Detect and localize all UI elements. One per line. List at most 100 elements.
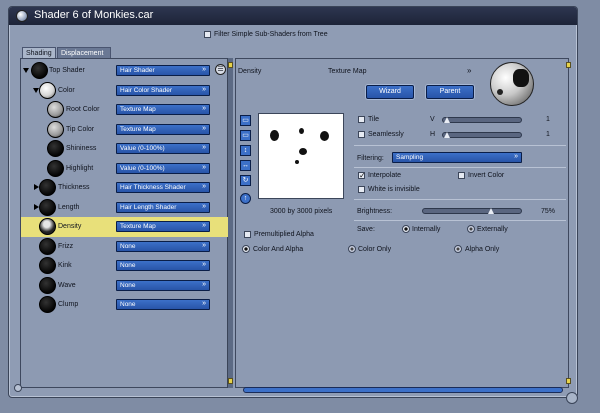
tree-label: Wave — [58, 281, 76, 289]
shader-dropdown[interactable]: None» — [116, 240, 210, 252]
interpolate-label: Interpolate — [368, 172, 402, 179]
tree-label: Root Color — [66, 106, 100, 113]
shader-preview-icon — [47, 101, 64, 118]
expand-arrow-icon[interactable] — [23, 68, 29, 73]
app-sphere-icon — [16, 10, 28, 22]
h-slider[interactable] — [442, 132, 522, 138]
tree-row-wave[interactable]: Wave None» — [21, 276, 228, 296]
tree-row-tip-color[interactable]: Tip Color Texture Map» — [21, 120, 228, 140]
shader-type: Texture Map — [328, 68, 367, 75]
shader-dropdown[interactable]: None» — [116, 260, 210, 271]
tree-row-highlight[interactable]: Highlight Value (0-100%)» — [21, 159, 228, 179]
tree-label: Top Shader — [49, 67, 85, 74]
shader-dropdown[interactable]: Value (0-100%)» — [116, 143, 210, 154]
shader-dropdown[interactable]: Texture Map» — [116, 221, 210, 232]
shader-dropdown[interactable]: Hair Length Shader» — [116, 201, 210, 213]
tree-row-root-color[interactable]: Root Color Texture Map» — [21, 100, 228, 120]
shader-dropdown[interactable]: Hair Color Shader» — [116, 84, 210, 96]
shader-dropdown[interactable]: Hair Thickness Shader» — [116, 182, 210, 193]
flip-vertical-icon[interactable]: ↕ — [240, 145, 251, 156]
alpha-only-radio[interactable] — [454, 245, 462, 253]
color-only-radio[interactable] — [348, 245, 356, 253]
tree-row-length[interactable]: Length Hair Length Shader» — [21, 198, 228, 218]
info-icon[interactable]: ↑ — [240, 193, 251, 204]
tile-checkbox[interactable] — [358, 116, 365, 125]
tile-label: Tile — [368, 116, 380, 123]
shader-dropdown[interactable]: None» — [116, 299, 210, 310]
shader-dropdown[interactable]: None» — [116, 279, 210, 291]
shader-preview-icon — [39, 81, 56, 99]
filtering-dropdown[interactable]: Sampling» — [392, 152, 522, 163]
shader-dropdown[interactable]: Texture Map» — [116, 123, 210, 135]
shader-preview-icon — [39, 276, 56, 294]
color-and-alpha-label: Color And Alpha — [253, 246, 304, 253]
rotate-icon[interactable]: ↻ — [240, 175, 251, 186]
shader-preview-icon — [47, 120, 64, 138]
v-value: 1 — [546, 116, 550, 123]
shader-dropdown[interactable]: Texture Map» — [116, 104, 210, 115]
v-slider[interactable] — [442, 117, 522, 123]
save-label: Save: — [357, 226, 375, 233]
resize-grip-icon[interactable] — [566, 392, 578, 404]
shader-dropdown[interactable]: Hair Shader» — [116, 65, 210, 76]
wizard-button[interactable]: Wizard — [366, 85, 414, 99]
invert-color-checkbox[interactable] — [458, 172, 465, 181]
interpolate-checkbox[interactable] — [358, 172, 365, 181]
tree-row-frizz[interactable]: Frizz None» — [21, 237, 228, 257]
list-icon[interactable]: ☰ — [215, 64, 226, 75]
texture-preview[interactable] — [258, 113, 344, 199]
h-value: 1 — [546, 131, 550, 138]
shader-preview-icon — [39, 296, 56, 313]
tree-label: Clump — [58, 301, 79, 308]
brightness-slider[interactable] — [422, 208, 522, 214]
save-externally-radio[interactable] — [467, 225, 475, 233]
tree-row-density[interactable]: Density Texture Map» — [21, 217, 228, 237]
color-and-alpha-radio[interactable] — [242, 245, 250, 253]
tree-row-kink[interactable]: Kink None» — [21, 256, 228, 276]
scroll-cap-top[interactable] — [228, 62, 233, 68]
scroll-cap-bottom[interactable] — [228, 378, 233, 384]
internally-label: Internally — [412, 226, 441, 233]
externally-label: Externally — [477, 226, 508, 233]
shader-dropdown[interactable]: Value (0-100%)» — [116, 162, 210, 174]
tree-label: Kink — [58, 262, 72, 269]
tree-row-clump[interactable]: Clump None» — [21, 295, 228, 315]
color-only-label: Color Only — [358, 246, 392, 253]
white-invisible-checkbox[interactable] — [358, 186, 365, 195]
shader-preview-icon — [47, 159, 64, 177]
alpha-only-label: Alpha Only — [465, 246, 500, 253]
detail-scroll-cap-top[interactable] — [566, 62, 571, 68]
save-internally-radio[interactable] — [402, 225, 410, 233]
premultiplied-checkbox[interactable] — [244, 231, 251, 240]
tree-label: Shininess — [66, 145, 97, 152]
seamlessly-label: Seamlessly — [368, 131, 404, 138]
collapse-chevron-icon[interactable]: » — [467, 66, 471, 75]
shader-detail-panel — [235, 58, 569, 388]
shader-preview-icon — [39, 257, 56, 274]
tree-label: Length — [58, 203, 80, 211]
brightness-label: Brightness: — [357, 208, 393, 215]
shader-preview-icon — [47, 140, 64, 157]
parent-button[interactable]: Parent — [426, 85, 474, 99]
flip-horizontal-icon[interactable]: ↔ — [240, 160, 251, 171]
image-size-label: 3000 by 3000 pixels — [270, 208, 333, 215]
tree-row-color[interactable]: Color Hair Color Shader» — [21, 81, 228, 101]
seamlessly-checkbox[interactable] — [358, 131, 365, 140]
h-slider-thumb[interactable] — [444, 132, 450, 138]
tree-label: Frizz — [58, 242, 74, 250]
shader-preview-icon — [39, 218, 56, 235]
v-slider-thumb[interactable] — [444, 117, 450, 123]
tree-row-thickness[interactable]: Thickness Hair Thickness Shader» — [21, 178, 228, 198]
tree-row-top-shader[interactable]: Top Shader Hair Shader» ☰ — [21, 61, 228, 81]
open-folder-icon[interactable]: ▭ — [240, 115, 251, 126]
shader-preview-icon — [39, 237, 56, 255]
tree-row-shininess[interactable]: Shininess Value (0-100%)» — [21, 139, 228, 159]
open-folder-icon-2[interactable]: ▭ — [240, 130, 251, 141]
invert-color-label: Invert Color — [468, 172, 505, 179]
filter-simple-checkbox[interactable] — [204, 31, 211, 40]
detail-scroll-cap-bottom[interactable] — [566, 378, 571, 384]
detail-horizontal-scrollbar[interactable] — [243, 387, 563, 393]
window-title: Shader 6 of Monkies.car — [34, 9, 154, 21]
brightness-slider-thumb[interactable] — [488, 208, 494, 214]
brightness-value: 75% — [541, 208, 556, 215]
